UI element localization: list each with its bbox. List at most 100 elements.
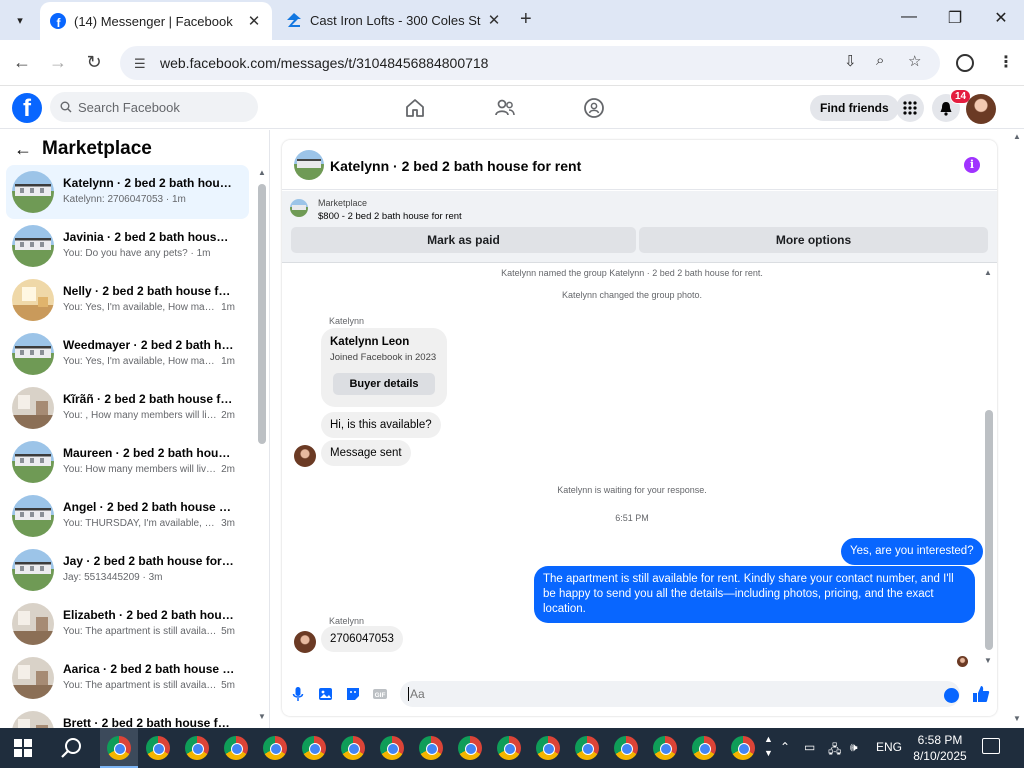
listing-thumbnail[interactable] bbox=[290, 199, 308, 217]
conversation-item[interactable]: Nelly · 2 bed 2 bath house for rent You: … bbox=[6, 273, 249, 327]
conversation-item[interactable]: Angel · 2 bed 2 bath house for rent You: … bbox=[6, 489, 249, 543]
chrome-taskbar-icon[interactable] bbox=[380, 736, 404, 760]
conversation-item[interactable]: Maureen · 2 bed 2 bath house for rent You… bbox=[6, 435, 249, 489]
home-icon[interactable] bbox=[404, 97, 426, 119]
listing-thumbnail bbox=[12, 549, 54, 591]
menu-grid-icon[interactable] bbox=[896, 94, 924, 122]
conversation-item[interactable]: Aarica · 2 bed 2 bath house for rent You:… bbox=[6, 651, 249, 705]
conversation-item[interactable]: Kĩrãñ · 2 bed 2 bath house for rent You: … bbox=[6, 381, 249, 435]
close-window-icon[interactable]: ✕ bbox=[978, 8, 1024, 28]
windows-start-icon[interactable] bbox=[14, 739, 32, 757]
page-scroll-down-icon[interactable]: ▼ bbox=[1013, 714, 1021, 723]
thumbs-up-icon[interactable] bbox=[972, 685, 990, 703]
gif-icon[interactable]: GIF bbox=[372, 686, 388, 702]
chrome-taskbar-icon[interactable] bbox=[224, 736, 248, 760]
chrome-taskbar-icon[interactable] bbox=[614, 736, 638, 760]
site-info-icon[interactable]: ☰ bbox=[134, 56, 150, 71]
new-tab-icon[interactable]: + bbox=[520, 8, 532, 31]
conversation-item[interactable]: Javinia · 2 bed 2 bath house for rent You… bbox=[6, 219, 249, 273]
omnibox[interactable]: ☰ web.facebook.com/messages/t/3104845688… bbox=[120, 46, 940, 80]
sticker-icon[interactable] bbox=[345, 686, 361, 702]
sender-avatar[interactable] bbox=[294, 631, 316, 653]
conversation-item[interactable]: Weedmayer · 2 bed 2 bath house for rent Y… bbox=[6, 327, 249, 381]
chrome-taskbar-icon[interactable] bbox=[419, 736, 443, 760]
minimize-icon[interactable]: — bbox=[886, 8, 932, 26]
thread-scrollbar[interactable] bbox=[985, 410, 993, 650]
groups-icon[interactable] bbox=[583, 97, 605, 119]
conversation-item[interactable]: Jay · 2 bed 2 bath house for rent Jay: 55… bbox=[6, 543, 249, 597]
chrome-taskbar-icon[interactable] bbox=[653, 736, 677, 760]
conversation-name: Katelynn · 2 bed 2 bath house for rent bbox=[63, 176, 235, 190]
url-text[interactable]: web.facebook.com/messages/t/310484568848… bbox=[160, 55, 488, 71]
conversation-item[interactable]: Brett · 2 bed 2 bath house for rent bbox=[6, 705, 249, 728]
more-options-button[interactable]: More options bbox=[639, 227, 988, 253]
scroll-up-arrow-icon[interactable]: ▲ bbox=[984, 268, 992, 277]
account-avatar[interactable] bbox=[966, 94, 996, 124]
browser-menu-icon[interactable]: ⋮ bbox=[998, 52, 1014, 72]
emoji-icon[interactable] bbox=[944, 688, 959, 703]
bookmark-star-icon[interactable]: ☆ bbox=[908, 52, 921, 70]
restore-icon[interactable]: ❐ bbox=[932, 8, 978, 28]
chrome-taskbar-icon[interactable] bbox=[458, 736, 482, 760]
conversation-snippet: You: The apartment is still availabl... bbox=[63, 680, 220, 691]
scroll-down-arrow-icon[interactable]: ▼ bbox=[258, 712, 266, 721]
buyer-details-button[interactable]: Buyer details bbox=[333, 373, 435, 395]
forward-icon[interactable]: → bbox=[46, 52, 70, 73]
tab-search-dropdown-icon[interactable]: ▾ bbox=[8, 8, 32, 32]
chrome-taskbar-icon[interactable] bbox=[341, 736, 365, 760]
chrome-taskbar-icon[interactable] bbox=[263, 736, 287, 760]
tab-cast-iron-lofts[interactable]: Cast Iron Lofts - 300 Coles St Je ✕ bbox=[276, 0, 512, 40]
buyer-name: Katelynn Leon bbox=[330, 336, 410, 348]
scroll-up-arrow-icon[interactable]: ▲ bbox=[258, 168, 266, 177]
close-tab-icon[interactable]: ✕ bbox=[244, 12, 264, 30]
system-clock[interactable]: 6:58 PM 8/10/2025 bbox=[902, 732, 978, 764]
conversation-item[interactable]: Elizabeth · 2 bed 2 bath house for rent Y… bbox=[6, 597, 249, 651]
microphone-icon[interactable] bbox=[290, 686, 306, 702]
search-facebook-input[interactable]: Search Facebook bbox=[50, 92, 258, 122]
reload-icon[interactable]: ↻ bbox=[82, 52, 106, 73]
svg-text:GIF: GIF bbox=[375, 692, 386, 699]
photo-icon[interactable] bbox=[318, 686, 334, 702]
profile-icon[interactable] bbox=[956, 54, 974, 72]
message-input[interactable] bbox=[408, 687, 908, 701]
network-icon[interactable]: 🖧 bbox=[828, 740, 841, 761]
facebook-logo-icon[interactable]: f bbox=[12, 93, 42, 123]
page-scroll-up-icon[interactable]: ▲ bbox=[1013, 132, 1021, 141]
mark-as-paid-button[interactable]: Mark as paid bbox=[291, 227, 636, 253]
chrome-taskbar-icon[interactable] bbox=[107, 736, 131, 760]
chat-thumbnail[interactable] bbox=[294, 150, 324, 180]
volume-icon[interactable]: 🕪 bbox=[850, 740, 858, 755]
meet-now-icon[interactable]: ▭ bbox=[804, 740, 815, 754]
find-friends-button[interactable]: Find friends bbox=[810, 95, 899, 121]
chrome-taskbar-icon[interactable] bbox=[497, 736, 521, 760]
scroll-down-arrow-icon[interactable]: ▼ bbox=[984, 656, 992, 665]
friends-icon[interactable] bbox=[494, 97, 516, 119]
install-app-icon[interactable]: ⇩ bbox=[844, 52, 857, 70]
tab-messenger[interactable]: f (14) Messenger | Facebook ✕ bbox=[40, 2, 272, 40]
back-arrow-icon[interactable]: ← bbox=[14, 139, 32, 160]
zoom-icon[interactable]: ⌕ bbox=[876, 52, 884, 69]
clock-date: 8/10/2025 bbox=[913, 749, 967, 763]
message-input-wrapper[interactable] bbox=[400, 681, 960, 707]
action-center-icon[interactable] bbox=[982, 738, 1000, 754]
chrome-taskbar-icon[interactable] bbox=[185, 736, 209, 760]
taskbar-search-icon[interactable] bbox=[60, 736, 84, 760]
conversation-item[interactable]: Katelynn · 2 bed 2 bath house for rent Ka… bbox=[6, 165, 249, 219]
chrome-taskbar-icon[interactable] bbox=[731, 736, 755, 760]
chat-header: Katelynn · 2 bed 2 bath house for rent i bbox=[282, 140, 997, 190]
chrome-taskbar-icon[interactable] bbox=[692, 736, 716, 760]
chrome-taskbar-icon[interactable] bbox=[575, 736, 599, 760]
back-icon[interactable]: ← bbox=[10, 52, 34, 73]
taskbar-scroll-arrows-icon[interactable]: ▲ ▼ bbox=[764, 732, 773, 760]
language-indicator[interactable]: ENG bbox=[876, 740, 902, 754]
sidebar-scrollbar[interactable] bbox=[258, 184, 266, 444]
chrome-taskbar-icon[interactable] bbox=[536, 736, 560, 760]
chrome-taskbar-icon[interactable] bbox=[146, 736, 170, 760]
seen-avatar bbox=[957, 656, 968, 667]
listing-title[interactable]: $800 - 2 bed 2 bath house for rent bbox=[318, 211, 462, 222]
chrome-taskbar-icon[interactable] bbox=[302, 736, 326, 760]
close-tab-icon[interactable]: ✕ bbox=[484, 11, 504, 29]
tray-chevron-icon[interactable]: ⌃ bbox=[780, 740, 790, 754]
sender-avatar[interactable] bbox=[294, 445, 316, 467]
info-icon[interactable]: i bbox=[964, 157, 980, 173]
